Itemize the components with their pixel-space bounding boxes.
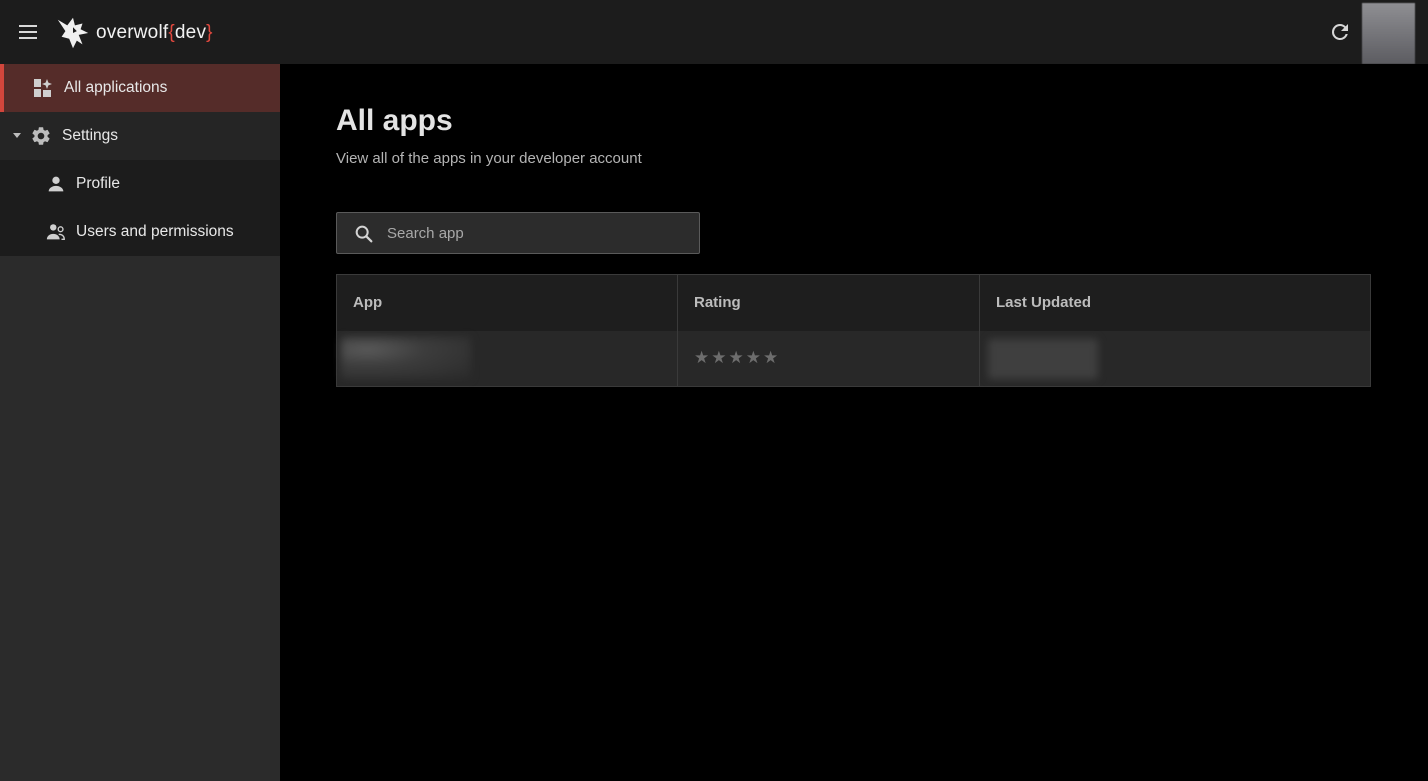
main-content: All apps View all of the apps in your de… [280,64,1428,781]
sidebar-item-users-and-permissions[interactable]: Users and permissions [0,208,280,256]
refresh-icon[interactable] [1328,20,1352,44]
menu-icon[interactable] [14,18,42,46]
sidebar-item-label: Users and permissions [76,223,234,240]
logo[interactable]: overwolf{dev} [54,14,213,52]
caret-down-icon [13,133,21,138]
rating-cell: ★ ★ ★ ★ ★ [677,331,979,386]
sidebar-item-profile[interactable]: Profile [0,160,280,208]
star-icon: ★ [728,348,744,367]
star-icon: ★ [694,348,710,367]
logo-text: overwolf{dev} [96,22,213,43]
gear-icon [30,125,52,147]
wolf-logo-icon [57,17,89,49]
apps-table: App Rating Last Updated ★ ★ ★ ★ ★ [336,274,1371,387]
last-updated-cell [979,331,1370,386]
top-bar: overwolf{dev} [0,0,1428,64]
sidebar-item-label: Profile [76,175,120,192]
sidebar-item-label: All applications [64,79,168,96]
sidebar: All applications Settings Profile Users … [0,64,280,781]
table-row[interactable]: ★ ★ ★ ★ ★ [337,331,1370,386]
star-icon: ★ [711,348,727,367]
column-header-rating[interactable]: Rating [677,275,979,331]
search-icon [353,223,375,245]
column-header-last-updated[interactable]: Last Updated [979,275,1370,331]
table-header: App Rating Last Updated [337,275,1370,331]
search-box[interactable] [336,212,700,254]
page-subtitle: View all of the apps in your developer a… [336,150,642,167]
app-cell [337,331,677,386]
rating-stars: ★ ★ ★ ★ ★ [694,348,778,368]
last-updated-redacted [988,339,1098,379]
dashboard-icon [32,77,54,99]
users-icon [45,221,67,243]
person-icon [45,173,67,195]
sidebar-item-label: Settings [62,127,119,144]
sidebar-item-settings[interactable]: Settings [0,112,280,160]
star-icon: ★ [745,348,761,367]
app-name-redacted [341,337,471,379]
page-title: All apps [336,104,453,137]
star-icon: ★ [763,348,779,367]
avatar[interactable] [1362,3,1415,64]
search-input[interactable] [387,213,687,253]
sidebar-item-all-applications[interactable]: All applications [0,64,280,112]
column-header-app[interactable]: App [337,275,677,331]
